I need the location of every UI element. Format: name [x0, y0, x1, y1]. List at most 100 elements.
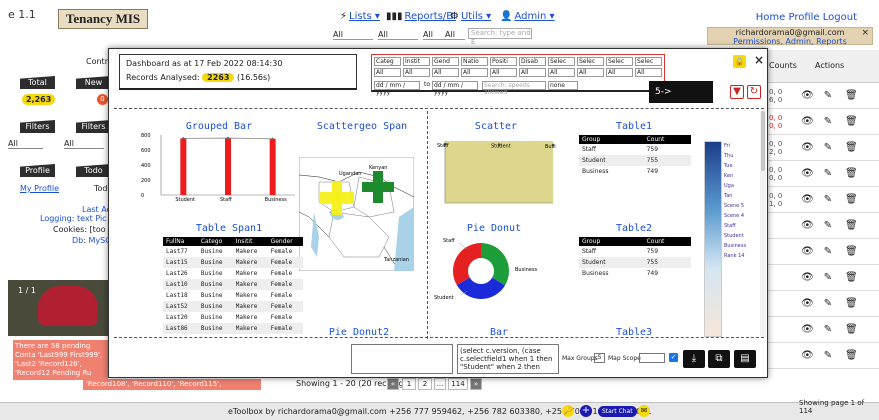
table-span-header[interactable]: Insitit: [232, 237, 268, 246]
top-select-2[interactable]: All: [378, 30, 418, 40]
col-actions[interactable]: Actions: [815, 61, 844, 70]
table2-header-group[interactable]: Group: [579, 237, 644, 246]
edit-icon[interactable]: ✎: [823, 169, 833, 179]
pending-notice[interactable]: There are 58 pending Conta 'Last999 Firs…: [13, 340, 108, 380]
nav-lists[interactable]: ⚡ Lists ▾: [340, 11, 380, 22]
edit-icon[interactable]: ✎: [823, 351, 833, 361]
filter-select-8[interactable]: Selec: [577, 57, 604, 66]
filter-select-9[interactable]: Selec: [606, 57, 633, 66]
sql-textarea[interactable]: (select c.version, (case c.selectfield1 …: [457, 344, 559, 374]
col-counts[interactable]: Counts: [769, 61, 797, 70]
bar[interactable]: [225, 138, 231, 195]
pending-records[interactable]: 'Record108', 'Record110', 'Record115', '…: [83, 379, 261, 399]
nav-reports[interactable]: ▮▮▮ Reports/BI: [386, 11, 456, 22]
app-logo[interactable]: e 1.1: [8, 8, 46, 28]
filter-select-2[interactable]: All: [64, 139, 104, 149]
page-next-button[interactable]: »: [470, 378, 482, 390]
filters-tile-2[interactable]: Filters: [76, 120, 111, 133]
view-icon[interactable]: 👁: [801, 143, 814, 153]
delete-icon[interactable]: 🗑: [845, 325, 858, 335]
top-search-input[interactable]: Search: type and E: [468, 28, 532, 46]
photo-slide[interactable]: 1 / 1: [8, 280, 108, 336]
filter-select-6[interactable]: Disab: [519, 57, 546, 66]
filter-select-lower-5[interactable]: All: [490, 68, 517, 77]
filter-select-4[interactable]: Natio: [461, 57, 488, 66]
key-icon[interactable]: 🔑: [562, 405, 574, 417]
edit-icon[interactable]: ✎: [823, 299, 833, 309]
date-from-input[interactable]: dd / mm / yyyy: [374, 81, 420, 96]
table1-header-count[interactable]: Count: [643, 135, 691, 144]
page-1-button[interactable]: 1: [402, 378, 416, 390]
table-span-header[interactable]: Catego: [197, 237, 233, 246]
filter-select-3[interactable]: Gend: [432, 57, 459, 66]
nav-utils[interactable]: ⚙ Utils ▾: [450, 11, 491, 22]
view-icon[interactable]: 👁: [801, 91, 814, 101]
total-tile[interactable]: Total: [20, 76, 55, 89]
view-icon[interactable]: 👁: [801, 169, 814, 179]
delete-icon[interactable]: 🗑: [845, 169, 858, 179]
chat-icon[interactable]: ✉: [638, 405, 650, 417]
edit-icon[interactable]: ✎: [823, 247, 833, 257]
filter-select-lower-1[interactable]: All: [374, 68, 401, 77]
user-roles[interactable]: Permissions, Admin, Reports: [708, 37, 872, 46]
edit-icon[interactable]: ✎: [823, 273, 833, 283]
filter-icon[interactable]: ▼: [730, 85, 744, 99]
delete-icon[interactable]: 🗑: [845, 195, 858, 205]
donut-slice[interactable]: [481, 243, 509, 286]
date-to-input[interactable]: dd / mm / yyyy: [432, 81, 478, 96]
lock-icon[interactable]: 🔒: [733, 55, 746, 68]
view-icon[interactable]: 👁: [801, 351, 814, 361]
filter-select-1[interactable]: Categ: [374, 57, 401, 66]
view-icon[interactable]: 👁: [801, 195, 814, 205]
delete-icon[interactable]: 🗑: [845, 273, 858, 283]
edit-icon[interactable]: ✎: [823, 143, 833, 153]
delete-icon[interactable]: 🗑: [845, 247, 858, 257]
edit-icon[interactable]: ✎: [823, 325, 833, 335]
filter-select-2[interactable]: Instit: [403, 57, 430, 66]
archive-icon[interactable]: ⧉: [708, 350, 730, 368]
bar[interactable]: [180, 138, 187, 195]
edit-icon[interactable]: ✎: [823, 221, 833, 231]
brand-title[interactable]: Tenancy MIS: [58, 9, 148, 29]
query-input[interactable]: [351, 344, 453, 374]
filter-select[interactable]: All: [8, 139, 43, 149]
close-icon[interactable]: ×: [861, 29, 869, 38]
new-tile[interactable]: New: [76, 76, 111, 89]
filter-select-lower-6[interactable]: All: [519, 68, 546, 77]
delete-icon[interactable]: 🗑: [845, 117, 858, 127]
delete-icon[interactable]: 🗑: [845, 299, 858, 309]
top-select-1[interactable]: All: [333, 30, 373, 40]
view-icon[interactable]: 👁: [801, 221, 814, 231]
modal-scrollbar[interactable]: [760, 109, 766, 337]
table-span-header[interactable]: FullNa: [163, 237, 198, 246]
filter-select-lower-2[interactable]: All: [403, 68, 430, 77]
delete-icon[interactable]: 🗑: [845, 91, 858, 101]
filter-select-lower-3[interactable]: All: [432, 68, 459, 77]
profile-tile[interactable]: Profile: [20, 164, 55, 177]
page-114-button[interactable]: 114: [448, 378, 468, 390]
scrollbar-thumb[interactable]: [761, 111, 765, 171]
scattergeo-map[interactable]: Ugandan Kenyan Tanzanian: [299, 157, 414, 271]
edit-icon[interactable]: ✎: [823, 117, 833, 127]
page-2-button[interactable]: 2: [418, 378, 432, 390]
filters-tile[interactable]: Filters: [20, 120, 55, 133]
dashboard-select-button[interactable]: 5-> Dashboard ▾: [649, 81, 713, 119]
table1-header-group[interactable]: Group: [579, 135, 644, 144]
max-groups-input[interactable]: 5: [594, 353, 605, 363]
download-icon[interactable]: ⤓: [683, 350, 705, 368]
table-span-header[interactable]: Gender: [267, 237, 303, 246]
filter-select-lower-9[interactable]: All: [606, 68, 633, 77]
add-icon[interactable]: +: [580, 405, 592, 417]
filter-select-lower-7[interactable]: All: [548, 68, 575, 77]
pdf-icon[interactable]: ▤: [734, 350, 756, 368]
donut-slice[interactable]: [453, 243, 481, 286]
todo-tile[interactable]: Todo: [76, 164, 111, 177]
filter-select-5[interactable]: Positi: [490, 57, 517, 66]
filter-select-10[interactable]: Selec: [635, 57, 662, 66]
edit-icon[interactable]: ✎: [823, 195, 833, 205]
modal-search-input[interactable]: Search: speeds allowed: [482, 81, 546, 96]
checkbox[interactable]: ✓: [669, 353, 678, 362]
view-icon[interactable]: 👁: [801, 247, 814, 257]
page-prev-button[interactable]: «: [387, 378, 399, 390]
start-chat-button[interactable]: Start Chat: [598, 406, 637, 417]
